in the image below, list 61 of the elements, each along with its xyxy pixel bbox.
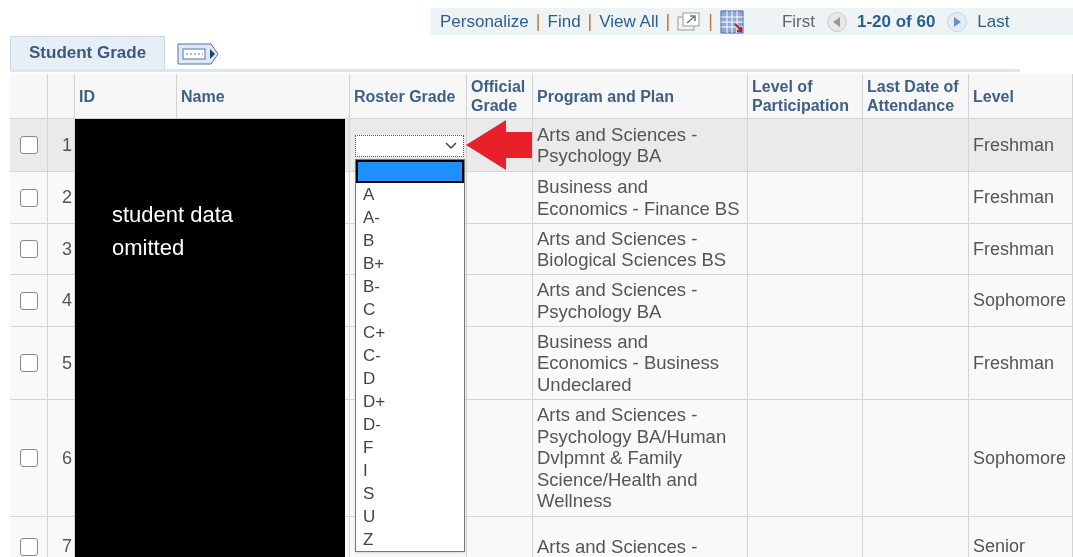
separator: | [587,10,593,33]
level-text: Freshman [973,186,1055,209]
right-triangle-icon [953,16,962,27]
separator: | [708,10,713,33]
grade-option[interactable]: C [356,298,464,321]
page-range: 1-20 of 60 [856,10,936,33]
level-text: Freshman [973,351,1055,375]
grade-option[interactable]: B [356,229,464,252]
row-number: 7 [62,535,72,557]
row-number: 1 [62,133,72,157]
row-number: 3 [62,237,72,261]
row-number: 6 [62,446,72,470]
new-window-icon[interactable] [677,11,702,32]
row-checkbox[interactable] [19,449,38,467]
row-checkbox[interactable] [19,354,38,372]
grid-download-icon[interactable] [719,9,744,34]
program-text: Business and Economics - Finance BS [537,176,740,219]
row-checkbox[interactable] [19,291,38,310]
program-text: Arts and Sciences - [537,535,699,557]
grade-option[interactable]: B- [356,275,464,298]
grade-option[interactable]: D [356,367,464,390]
program-text: Arts and Sciences - Psychology BA [537,123,699,167]
grade-option[interactable]: S [356,482,464,505]
program-text: Arts and Sciences - Psychology BA/Human Dvlpmnt & Family Science/Health and Wellness [537,404,728,512]
toolbar-link[interactable]: Personalize [440,8,529,35]
chevron-down-icon [445,142,457,150]
grade-option[interactable]: B+ [356,252,464,275]
last-link[interactable]: Last [977,8,1010,35]
first-label: First [781,10,815,33]
separator: | [535,10,541,33]
level-text: Freshman [973,237,1055,261]
show-all-columns-icon[interactable] [177,43,220,65]
row-number: 4 [62,289,72,312]
grade-option[interactable]: F [356,436,464,459]
toolbar-link[interactable]: Find [547,8,581,35]
toolbar-link[interactable]: View All [599,8,659,35]
row-number: 5 [62,351,72,375]
program-text: Arts and Sciences - Psychology BA [537,279,699,322]
level-text: Sophomore [973,446,1067,470]
grade-select[interactable] [355,135,464,157]
program-text: Business and Economics - Business Undeclared [537,330,720,396]
next-page-button[interactable] [947,11,968,32]
program-text: Arts and Sciences - Biological Sciences BS [537,227,728,271]
grade-option[interactable]: I [356,459,464,482]
grade-option[interactable]: C- [356,344,464,367]
previous-page-button[interactable] [826,11,847,32]
separator: | [665,10,671,33]
grade-option[interactable]: D- [356,413,464,436]
row-checkbox[interactable] [19,188,38,207]
row-checkbox[interactable] [19,537,38,556]
grade-option[interactable] [356,160,464,183]
level-text: Freshman [973,133,1055,157]
left-triangle-icon [832,16,841,27]
level-text: Senior [973,535,1026,557]
row-checkbox[interactable] [19,136,38,154]
tab[interactable]: Student Grade [10,36,166,69]
grade-option[interactable]: A [356,183,464,206]
grade-option[interactable]: Z [356,528,464,551]
row-checkbox[interactable] [19,240,38,258]
row-number: 2 [62,186,72,209]
level-text: Sophomore [973,289,1067,312]
